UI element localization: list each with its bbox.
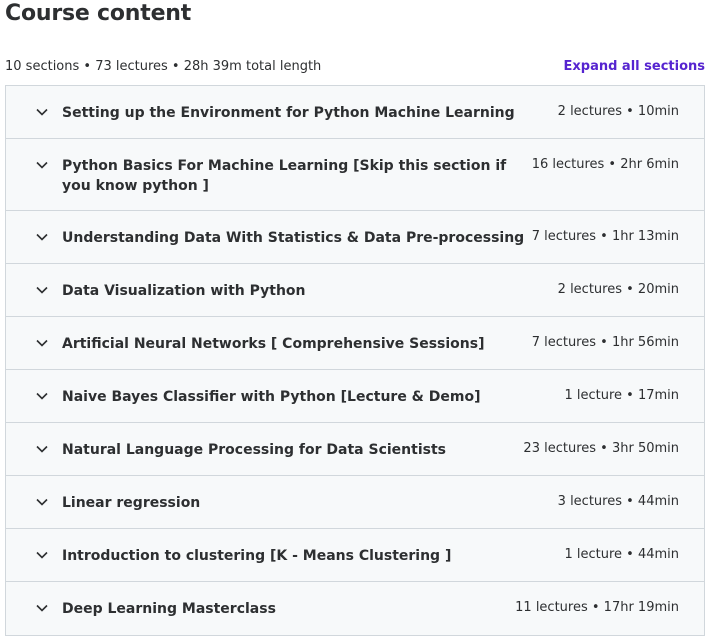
section-item[interactable]: Introduction to clustering [K - Means Cl… — [6, 529, 704, 582]
expand-all-button[interactable]: Expand all sections — [564, 59, 706, 74]
chevron-down-icon — [33, 103, 51, 121]
section-item[interactable]: Data Visualization with Python 2 lecture… — [6, 264, 704, 317]
chevron-down-icon — [33, 493, 51, 511]
section-meta: 3 lectures • 44min — [557, 494, 679, 509]
section-item[interactable]: Setting up the Environment for Python Ma… — [6, 86, 704, 139]
section-item[interactable]: Python Basics For Machine Learning [Skip… — [6, 139, 704, 211]
section-meta: 1 lecture • 17min — [564, 388, 679, 403]
course-summary: 10 sections • 73 lectures • 28h 39m tota… — [5, 58, 322, 74]
chevron-down-icon — [33, 546, 51, 564]
section-title: Naive Bayes Classifier with Python [Lect… — [62, 389, 481, 405]
page-title: Course content — [5, 1, 192, 26]
section-title: Setting up the Environment for Python Ma… — [62, 105, 515, 121]
section-meta: 23 lectures • 3hr 50min — [523, 441, 679, 456]
chevron-down-icon — [33, 228, 51, 246]
section-meta: 16 lectures • 2hr 6min — [531, 157, 679, 172]
section-list: Setting up the Environment for Python Ma… — [5, 85, 705, 636]
section-item[interactable]: Natural Language Processing for Data Sci… — [6, 423, 704, 476]
section-meta: 1 lecture • 44min — [564, 547, 679, 562]
course-summary-row: 10 sections • 73 lectures • 28h 39m tota… — [5, 57, 705, 75]
section-meta: 11 lectures • 17hr 19min — [515, 600, 679, 615]
chevron-down-icon — [33, 387, 51, 405]
section-title: Deep Learning Masterclass — [62, 601, 276, 617]
section-meta: 7 lectures • 1hr 56min — [531, 335, 679, 350]
section-item[interactable]: Linear regression 3 lectures • 44min — [6, 476, 704, 529]
section-item[interactable]: Naive Bayes Classifier with Python [Lect… — [6, 370, 704, 423]
chevron-down-icon — [33, 599, 51, 617]
section-meta: 2 lectures • 10min — [557, 104, 679, 119]
section-title: Natural Language Processing for Data Sci… — [62, 442, 446, 458]
section-title: Artificial Neural Networks [ Comprehensi… — [62, 336, 485, 352]
section-item[interactable]: Deep Learning Masterclass 11 lectures • … — [6, 582, 704, 635]
chevron-down-icon — [33, 334, 51, 352]
section-title: Linear regression — [62, 495, 201, 511]
section-item[interactable]: Understanding Data With Statistics & Dat… — [6, 211, 704, 264]
section-item[interactable]: Artificial Neural Networks [ Comprehensi… — [6, 317, 704, 370]
section-title: Python Basics For Machine Learning [Skip… — [62, 158, 507, 194]
chevron-down-icon — [33, 440, 51, 458]
section-meta: 2 lectures • 20min — [557, 282, 679, 297]
chevron-down-icon — [33, 156, 51, 174]
section-title: Introduction to clustering [K - Means Cl… — [62, 548, 452, 564]
chevron-down-icon — [33, 281, 51, 299]
section-title: Data Visualization with Python — [62, 283, 306, 299]
course-content-panel: Course content 10 sections • 73 lectures… — [0, 0, 711, 640]
section-meta: 7 lectures • 1hr 13min — [531, 229, 679, 244]
section-title: Understanding Data With Statistics & Dat… — [62, 230, 525, 246]
